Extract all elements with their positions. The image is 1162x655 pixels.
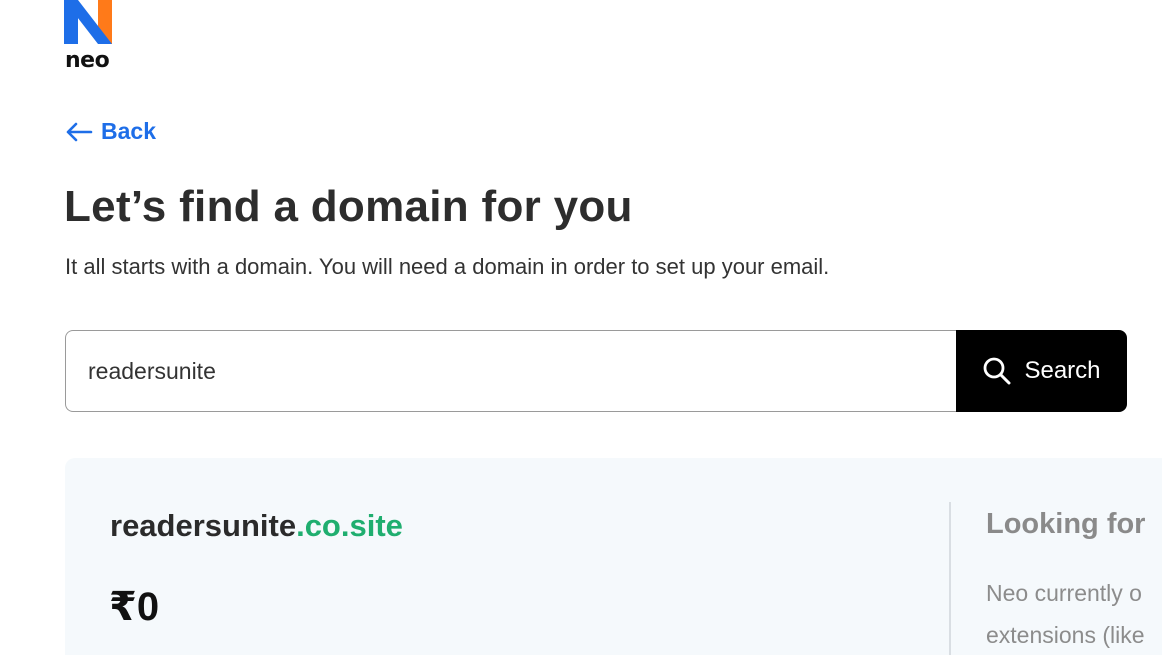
search-button[interactable]: Search (956, 330, 1127, 412)
side-text-line: extensions (like (986, 622, 1145, 648)
neo-logo-icon (64, 0, 112, 44)
page: neo Back Let’s find a domain for you It … (0, 0, 1162, 655)
domain-result-card: readersunite.co.site ₹0 Looking for Neo … (65, 458, 1162, 655)
domain-search-bar: Search (65, 330, 1127, 412)
domain-price: ₹0 (109, 585, 160, 629)
side-panel-title: Looking for (986, 508, 1146, 540)
card-divider (949, 502, 951, 655)
logo-wordmark: neo (65, 48, 110, 73)
side-text-line: Neo currently o (986, 580, 1142, 606)
page-subtitle: It all starts with a domain. You will ne… (65, 254, 830, 279)
side-panel-text: Neo currently o extensions (like (986, 572, 1162, 655)
domain-result-name: readersunite.co.site (110, 508, 403, 544)
domain-search-input[interactable] (65, 330, 956, 412)
back-link[interactable]: Back (65, 118, 156, 145)
search-button-label: Search (1024, 357, 1101, 384)
domain-base: readersunite (110, 508, 297, 543)
page-title: Let’s find a domain for you (64, 182, 633, 231)
search-icon (984, 357, 1011, 385)
neo-logo[interactable]: neo (64, 0, 120, 73)
domain-extension: .co.site (296, 508, 403, 543)
arrow-left-icon (66, 122, 93, 141)
back-label: Back (101, 118, 156, 144)
